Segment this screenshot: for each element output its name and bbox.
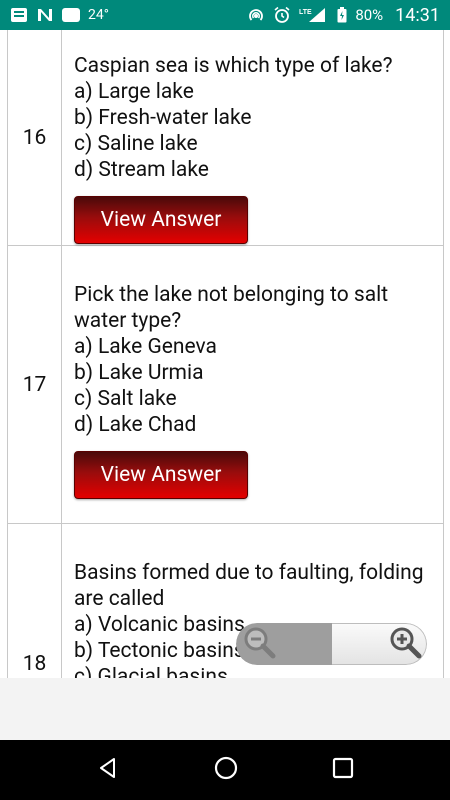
navigation-bar [0, 740, 450, 800]
option-b: b) Lake Urmia [74, 361, 204, 385]
zoom-in-icon [388, 625, 422, 663]
zoom-out-button[interactable] [236, 623, 332, 665]
question-row: 17 Pick the lake not belonging to salt w… [8, 246, 443, 524]
back-icon[interactable] [96, 756, 120, 784]
recents-icon[interactable] [332, 757, 354, 783]
question-number: 17 [8, 246, 62, 523]
status-bar: 24° LTE 80% 14:31 [0, 0, 450, 30]
zoom-control [236, 623, 427, 665]
app-box-icon [62, 8, 80, 22]
signal-icon: LTE [299, 7, 329, 23]
option-d: d) Lake Chad [74, 413, 197, 437]
svg-text:LTE: LTE [299, 9, 312, 16]
option-a: a) Large lake [74, 80, 194, 104]
option-b: b) Fresh-water lake [74, 106, 252, 130]
option-c: c) Saline lake [74, 132, 198, 156]
n-app-icon [36, 7, 54, 23]
blank-area [0, 678, 450, 740]
question-table: 16 Caspian sea is which type of lake? a)… [7, 30, 444, 678]
status-right: LTE 80% 14:31 [247, 5, 440, 26]
question-list[interactable]: 16 Caspian sea is which type of lake? a)… [0, 30, 450, 678]
status-left: 24° [10, 7, 109, 23]
hotspot-icon [247, 7, 265, 23]
option-d: d) Stream lake [74, 158, 209, 182]
option-a: a) Lake Geneva [74, 335, 217, 359]
question-number: 18 [8, 524, 62, 678]
notes-icon [10, 7, 28, 23]
question-body: Caspian sea is which type of lake? a) La… [62, 30, 443, 245]
home-icon[interactable] [213, 755, 239, 785]
question-text: Caspian sea is which type of lake? [74, 54, 393, 78]
option-c: c) Glacial basins [74, 665, 228, 678]
battery-icon [337, 7, 347, 23]
question-body: Pick the lake not belonging to salt wate… [62, 246, 443, 523]
view-answer-button[interactable]: View Answer [74, 196, 248, 244]
question-text: Pick the lake not belonging to salt wate… [74, 283, 389, 333]
zoom-in-button[interactable] [332, 623, 427, 665]
alarm-icon [273, 6, 291, 24]
option-c: c) Salt lake [74, 387, 177, 411]
question-row: 16 Caspian sea is which type of lake? a)… [8, 30, 443, 246]
question-text: Basins formed due to faulting, folding a… [74, 561, 424, 611]
question-number: 16 [8, 30, 62, 245]
zoom-out-icon [242, 625, 276, 663]
view-answer-button[interactable]: View Answer [74, 451, 248, 499]
temperature: 24° [88, 7, 109, 23]
clock-time: 14:31 [395, 4, 440, 26]
battery-percent: 80% [355, 6, 384, 24]
